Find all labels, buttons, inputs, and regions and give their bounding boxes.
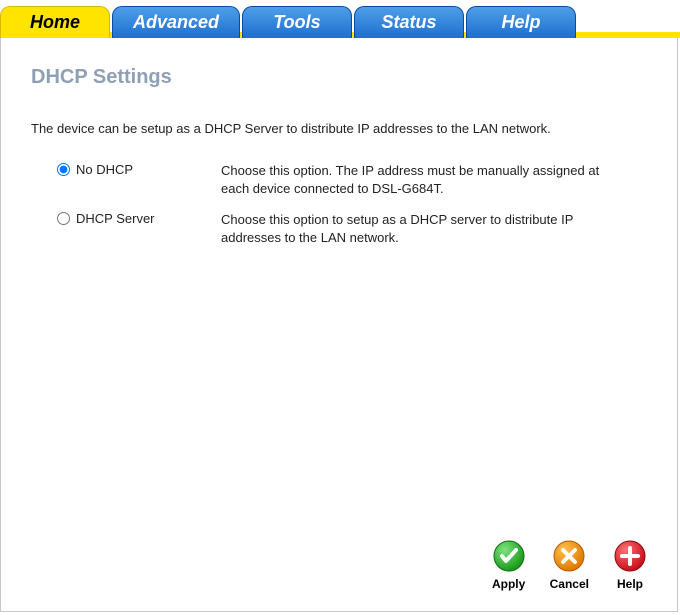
cancel-button[interactable]: Cancel (550, 539, 589, 591)
option-label: No DHCP (76, 162, 133, 177)
help-button[interactable]: Help (613, 539, 647, 591)
check-icon (492, 539, 526, 573)
tab-tools[interactable]: Tools (242, 6, 352, 38)
apply-button[interactable]: Apply (492, 539, 526, 591)
option-left: DHCP Server (31, 211, 221, 226)
tab-help[interactable]: Help (466, 6, 576, 38)
page-body: DHCP Settings The device can be setup as… (0, 38, 678, 612)
option-description: Choose this option to setup as a DHCP se… (221, 211, 647, 246)
tab-label: Help (502, 12, 541, 33)
radio-no-dhcp[interactable] (57, 163, 70, 176)
tab-label: Tools (273, 12, 320, 33)
option-no-dhcp-row: No DHCP Choose this option. The IP addre… (31, 162, 647, 197)
page-title: DHCP Settings (31, 66, 647, 89)
tab-advanced[interactable]: Advanced (112, 6, 240, 38)
tab-label: Advanced (133, 12, 219, 33)
action-label: Help (617, 577, 643, 591)
tab-label: Status (382, 12, 437, 33)
tab-status[interactable]: Status (354, 6, 464, 38)
plus-icon (613, 539, 647, 573)
option-label: DHCP Server (76, 211, 155, 226)
tab-home[interactable]: Home (0, 6, 110, 38)
radio-dhcp-server[interactable] (57, 212, 70, 225)
option-description: Choose this option. The IP address must … (221, 162, 647, 197)
cross-icon (552, 539, 586, 573)
action-label: Apply (492, 577, 525, 591)
option-left: No DHCP (31, 162, 221, 177)
action-label: Cancel (550, 577, 589, 591)
action-bar: Apply Cancel (492, 539, 647, 591)
tab-bar: Home Advanced Tools Status Help (0, 0, 680, 38)
intro-text: The device can be setup as a DHCP Server… (31, 121, 647, 136)
tab-label: Home (30, 12, 80, 33)
option-dhcp-server-row: DHCP Server Choose this option to setup … (31, 211, 647, 246)
